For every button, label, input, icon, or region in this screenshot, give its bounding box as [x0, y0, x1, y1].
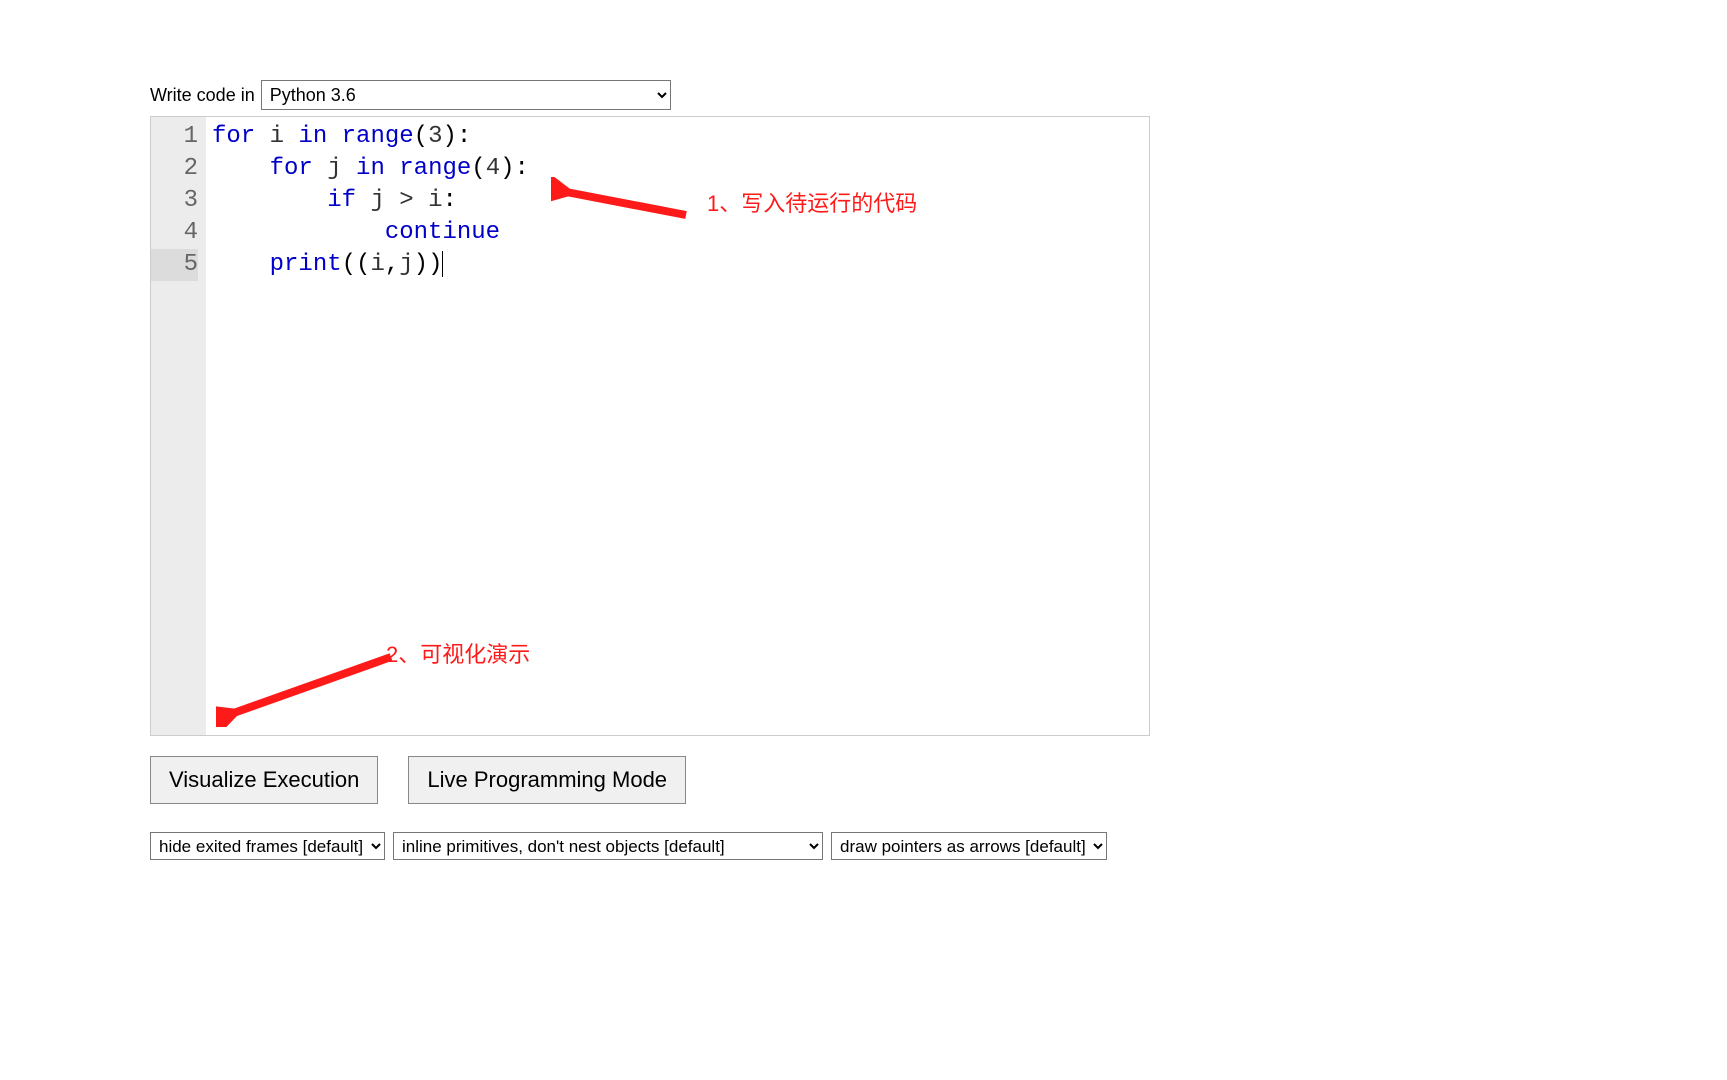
- frames-select[interactable]: hide exited frames [default]: [150, 832, 385, 860]
- live-programming-button[interactable]: Live Programming Mode: [408, 756, 686, 804]
- primitives-select[interactable]: inline primitives, don't nest objects [d…: [393, 832, 823, 860]
- line-number: 3: [151, 185, 198, 217]
- line-number: 4: [151, 217, 198, 249]
- editor-panel: 1 2 3 4 5 for i in range(3): for j in ra…: [150, 116, 1150, 736]
- editor-gutter: 1 2 3 4 5: [151, 117, 206, 735]
- pointers-select[interactable]: draw pointers as arrows [default]: [831, 832, 1107, 860]
- write-code-label: Write code in: [150, 85, 255, 106]
- line-number: 2: [151, 153, 198, 185]
- line-number: 1: [151, 121, 198, 153]
- code-editor[interactable]: for i in range(3): for j in range(4): if…: [206, 117, 1149, 735]
- language-select[interactable]: Python 3.6: [261, 80, 671, 110]
- visualize-execution-button[interactable]: Visualize Execution: [150, 756, 378, 804]
- line-number: 5: [151, 249, 198, 281]
- text-cursor: [442, 251, 443, 277]
